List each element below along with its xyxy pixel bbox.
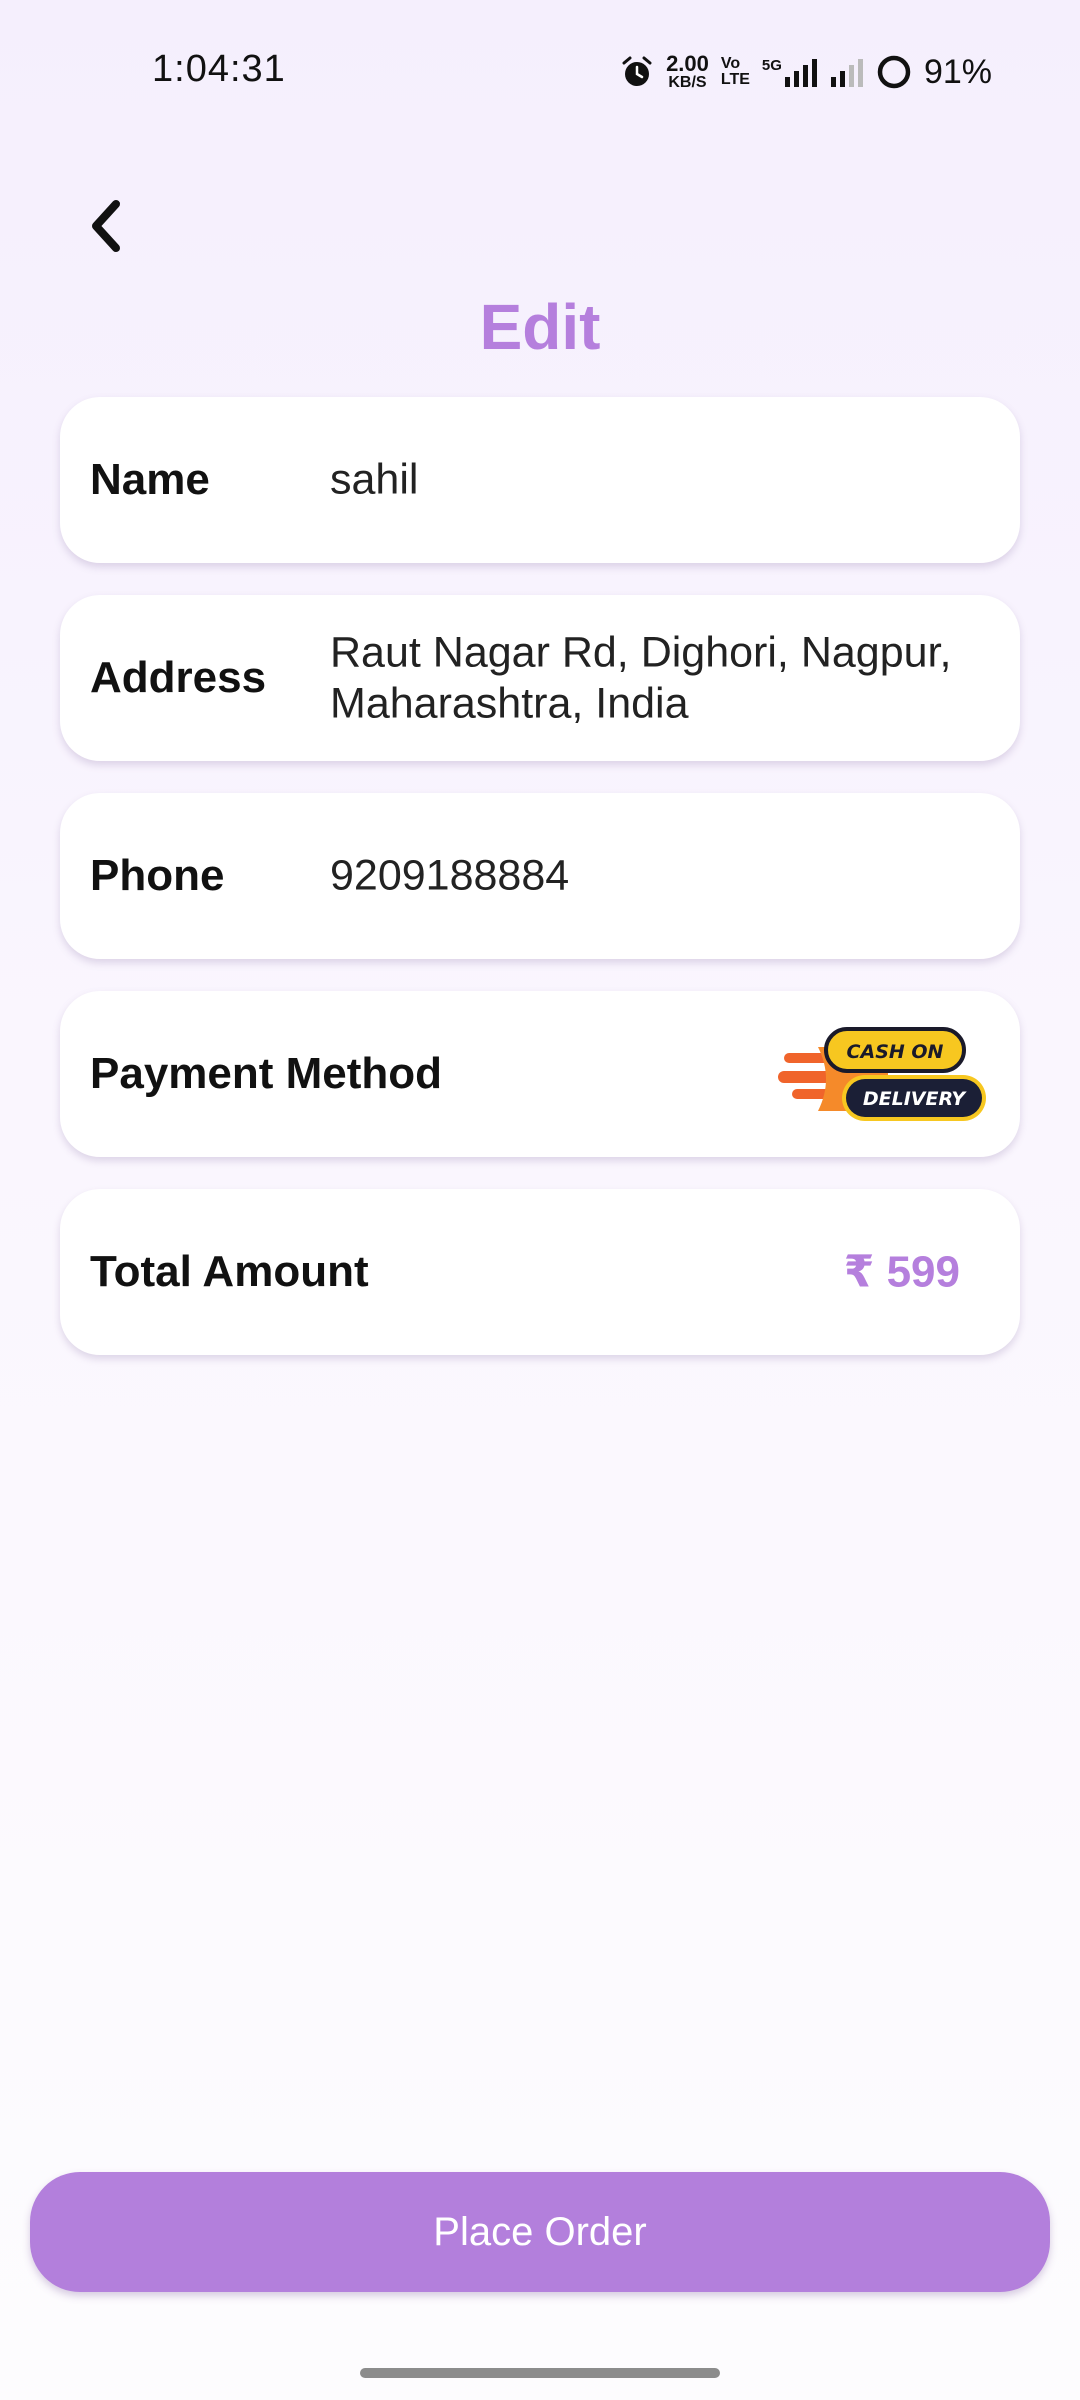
chevron-left-icon	[86, 198, 126, 259]
home-indicator[interactable]	[360, 2368, 720, 2378]
status-icons: 2.00 KB/S Vo LTE 5G 91%	[620, 50, 992, 94]
payment-method-card[interactable]: Payment Method CASH ON DELIVERY	[60, 991, 1020, 1157]
total-amount-value: ₹ 599	[843, 1247, 960, 1297]
place-order-button[interactable]: Place Order	[30, 2172, 1050, 2292]
cash-on-delivery-badge: CASH ON DELIVERY	[778, 1019, 992, 1129]
volte-line2: LTE	[720, 71, 750, 88]
address-label: Address	[90, 653, 267, 702]
status-bar: 1:04:31 2.00 KB/S Vo LTE 5G 91%	[0, 0, 1080, 140]
battery-percent: 91%	[923, 52, 992, 91]
page-title: Edit	[479, 291, 601, 363]
volte-line1: Vo	[720, 55, 741, 72]
network-speed-unit: KB/S	[668, 74, 707, 91]
name-value[interactable]: sahil	[330, 455, 980, 506]
name-label: Name	[90, 455, 210, 504]
payment-method-label: Payment Method	[90, 1049, 443, 1098]
address-card[interactable]: Address Raut Nagar Rd, Dighori, Nagpur, …	[60, 595, 1020, 761]
total-amount-label: Total Amount	[90, 1247, 369, 1296]
phone-card[interactable]: Phone 9209188884	[60, 793, 1020, 959]
total-amount-card: Total Amount ₹ 599	[60, 1189, 1020, 1355]
signal-5g-icon: 5G	[762, 57, 818, 87]
status-time: 1:04:31	[152, 48, 286, 90]
phone-label: Phone	[90, 851, 225, 900]
address-value[interactable]: Raut Nagar Rd, Dighori, Nagpur, Maharash…	[330, 627, 980, 728]
network-type: 5G	[761, 57, 782, 74]
name-card[interactable]: Name sahil	[60, 397, 1020, 563]
network-speed-value: 2.00	[666, 51, 709, 76]
badge-line1: CASH ON	[847, 1041, 944, 1063]
signal-icon	[830, 57, 864, 87]
volte-indicator: Vo LTE	[721, 56, 750, 88]
alarm-icon	[620, 55, 654, 89]
phone-value[interactable]: 9209188884	[330, 851, 980, 902]
battery-ring-icon	[876, 54, 912, 90]
back-button[interactable]	[78, 196, 134, 260]
network-speed: 2.00 KB/S	[666, 53, 709, 91]
badge-line2: DELIVERY	[863, 1088, 967, 1110]
